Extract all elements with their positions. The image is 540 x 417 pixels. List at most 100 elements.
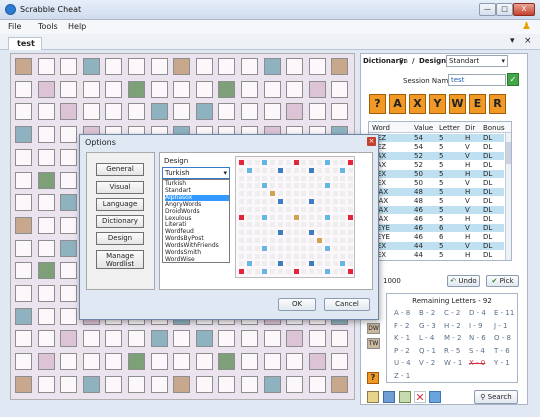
board-cell[interactable] xyxy=(286,330,304,348)
tab-menu-icon[interactable]: ▾ xyxy=(510,36,515,46)
board-cell[interactable] xyxy=(15,171,32,189)
board-cell[interactable] xyxy=(37,216,55,234)
table-row[interactable]: WAX 46 5 H DL xyxy=(369,215,504,223)
board-cell[interactable] xyxy=(15,216,32,234)
rack-tile[interactable]: W xyxy=(449,94,466,114)
table-row[interactable]: RAX 52 5 V DL xyxy=(369,152,504,160)
board-cell[interactable] xyxy=(263,375,281,393)
board-cell[interactable] xyxy=(173,80,191,98)
board-cell[interactable] xyxy=(173,353,191,371)
board-cell[interactable] xyxy=(82,103,100,121)
design-option[interactable]: Standart xyxy=(165,187,229,194)
col-word[interactable]: Word xyxy=(372,124,390,132)
board-cell[interactable] xyxy=(82,375,100,393)
board-cell[interactable] xyxy=(263,353,281,371)
board-cell[interactable] xyxy=(60,80,78,98)
rack-tile[interactable]: ? xyxy=(369,94,386,114)
board-cell[interactable] xyxy=(286,103,304,121)
board-cell[interactable] xyxy=(60,262,78,280)
board-cell[interactable] xyxy=(37,58,55,75)
menu-tools[interactable]: Tools xyxy=(38,22,58,31)
board-cell[interactable] xyxy=(37,262,55,280)
board-cell[interactable] xyxy=(195,375,213,393)
cancel-button[interactable]: Cancel xyxy=(324,298,370,311)
section-design-button[interactable]: Design xyxy=(96,232,144,245)
design-option[interactable]: DroidWords xyxy=(165,208,229,215)
board-cell[interactable] xyxy=(331,375,349,393)
board-cell[interactable] xyxy=(37,330,55,348)
board-cell[interactable] xyxy=(150,330,168,348)
board-cell[interactable] xyxy=(60,194,78,212)
board-cell[interactable] xyxy=(195,330,213,348)
board-cell[interactable] xyxy=(331,58,349,75)
board-cell[interactable] xyxy=(286,58,304,75)
board-cell[interactable] xyxy=(37,285,55,302)
board-cell[interactable] xyxy=(308,353,326,371)
board-cell[interactable] xyxy=(37,126,55,144)
board-cell[interactable] xyxy=(241,353,258,371)
section-language-button[interactable]: Language xyxy=(96,198,144,211)
board-cell[interactable] xyxy=(128,375,145,393)
board-cell[interactable] xyxy=(60,239,78,257)
board-cell[interactable] xyxy=(263,330,281,348)
board-cell[interactable] xyxy=(105,103,123,121)
board-cell[interactable] xyxy=(308,330,326,348)
board-cell[interactable] xyxy=(37,80,55,98)
board-cell[interactable] xyxy=(15,262,32,280)
section-manage-wordlist-button[interactable]: Manage Wordlist xyxy=(96,250,144,269)
board-cell[interactable] xyxy=(218,80,236,98)
rack-tile[interactable]: R xyxy=(489,94,506,114)
scrollbar[interactable] xyxy=(505,133,511,260)
board-cell[interactable] xyxy=(15,103,32,121)
section-general-button[interactable]: General xyxy=(96,163,144,176)
board-cell[interactable] xyxy=(60,353,78,371)
image-icon[interactable] xyxy=(429,391,441,403)
tab-close-icon[interactable]: × xyxy=(524,36,532,46)
delete-icon[interactable]: ✕ xyxy=(414,391,426,403)
session-name-input[interactable]: test xyxy=(448,74,506,86)
scrollbar-thumb[interactable] xyxy=(506,142,511,164)
board-cell[interactable] xyxy=(173,375,191,393)
design-dropdown[interactable]: Turkish ▾ xyxy=(162,167,230,179)
board-cell[interactable] xyxy=(308,80,326,98)
board-cell[interactable] xyxy=(82,58,100,75)
menu-help[interactable]: Help xyxy=(68,22,86,31)
table-row[interactable]: WAX 46 5 V DL xyxy=(369,206,504,214)
menu-file[interactable]: File xyxy=(8,22,21,31)
board-cell[interactable] xyxy=(15,58,32,75)
table-row[interactable]: REX 50 5 H DL xyxy=(369,170,504,178)
board-cell[interactable] xyxy=(37,307,55,325)
board-cell[interactable] xyxy=(150,103,168,121)
board-cell[interactable] xyxy=(173,330,191,348)
save-icon[interactable] xyxy=(383,391,395,403)
board-cell[interactable] xyxy=(241,330,258,348)
board-cell[interactable] xyxy=(15,375,32,393)
board-cell[interactable] xyxy=(82,330,100,348)
board-cell[interactable] xyxy=(60,103,78,121)
board-cell[interactable] xyxy=(60,307,78,325)
table-row[interactable]: WAX 48 5 V DL xyxy=(369,197,504,205)
board-cell[interactable] xyxy=(241,58,258,75)
board-cell[interactable] xyxy=(105,375,123,393)
board-cell[interactable] xyxy=(15,330,32,348)
board-cell[interactable] xyxy=(195,353,213,371)
board-cell[interactable] xyxy=(82,353,100,371)
board-cell[interactable] xyxy=(60,148,78,166)
board-cell[interactable] xyxy=(331,353,349,371)
pick-button[interactable]: ✔ Pick xyxy=(486,275,519,287)
board-cell[interactable] xyxy=(218,103,236,121)
board-cell[interactable] xyxy=(60,126,78,144)
board-cell[interactable] xyxy=(15,285,32,302)
board-cell[interactable] xyxy=(150,80,168,98)
board-cell[interactable] xyxy=(331,103,349,121)
board-cell[interactable] xyxy=(128,103,145,121)
board-cell[interactable] xyxy=(15,80,32,98)
board-cell[interactable] xyxy=(263,103,281,121)
board-cell[interactable] xyxy=(105,330,123,348)
board-cell[interactable] xyxy=(15,307,32,325)
board-cell[interactable] xyxy=(15,353,32,371)
section-dictionary-button[interactable]: Dictionary xyxy=(96,215,144,228)
board-cell[interactable] xyxy=(105,80,123,98)
board-cell[interactable] xyxy=(150,58,168,75)
board-cell[interactable] xyxy=(37,239,55,257)
